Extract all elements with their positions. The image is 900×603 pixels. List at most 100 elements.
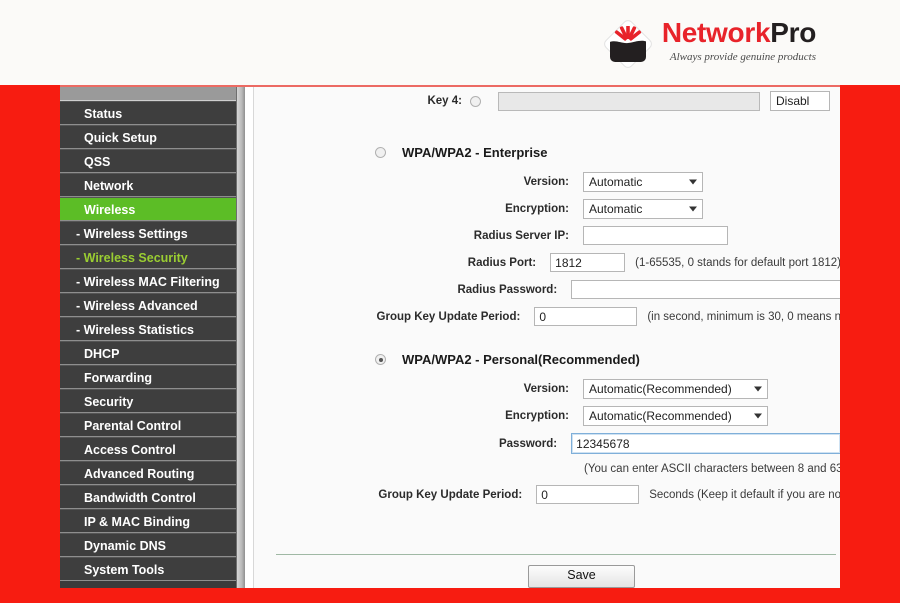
sidebar-item-wireless-settings[interactable]: - Wireless Settings	[60, 221, 245, 245]
brand-tagline: Always provide genuine products	[669, 51, 816, 63]
radius-server-ip-input[interactable]	[583, 226, 728, 245]
enterprise-radio[interactable]	[375, 147, 386, 158]
chevron-down-icon	[754, 386, 762, 392]
personal-password-row: Password:	[254, 433, 840, 454]
brand-text: NetworkPro Always provide genuine produc…	[662, 18, 816, 64]
sidebar-item-advanced-routing[interactable]: Advanced Routing	[60, 461, 245, 485]
sidebar-item-label: Bandwidth Control	[84, 491, 196, 505]
sidebar-item-label: - Wireless Advanced	[76, 299, 198, 313]
sidebar-menu-list: Status Quick Setup QSS Network Wireless - Wir…	[60, 101, 245, 581]
chevron-down-icon	[689, 206, 697, 212]
personal-encryption-select[interactable]: Automatic(Recommended)	[583, 406, 768, 426]
save-button[interactable]: Save	[528, 565, 635, 588]
chevron-down-icon	[689, 179, 697, 185]
radius-password-row: Radius Password:	[254, 280, 840, 299]
sidebar-item-status[interactable]: Status	[60, 101, 245, 125]
personal-radio[interactable]	[375, 354, 386, 365]
brand-name-part2: Pro	[770, 17, 816, 48]
radius-port-input[interactable]	[550, 253, 626, 272]
sidebar-item-label: - Wireless Settings	[76, 227, 188, 241]
sidebar-item-dynamic-dns[interactable]: Dynamic DNS	[60, 533, 245, 557]
key4-type-value: Disabl	[776, 94, 810, 108]
personal-version-label: Version:	[523, 383, 569, 395]
chevron-down-icon	[754, 413, 762, 419]
enterprise-section-header: WPA/WPA2 - Enterprise	[375, 145, 547, 160]
sidebar-item-label: Dynamic DNS	[84, 539, 166, 553]
sunrise-diamond-logo-icon	[603, 20, 652, 68]
sidebar-item-wireless-security[interactable]: - Wireless Security	[60, 245, 245, 269]
key4-type-select[interactable]: Disabl	[770, 91, 830, 111]
sidebar-item-wireless-advanced[interactable]: - Wireless Advanced	[60, 293, 245, 317]
frame-right-border	[840, 85, 900, 588]
sidebar-item-forwarding[interactable]: Forwarding	[60, 365, 245, 389]
sidebar-item-wireless-mac-filtering[interactable]: - Wireless MAC Filtering	[60, 269, 245, 293]
sidebar-item-parental-control[interactable]: Parental Control	[60, 413, 245, 437]
sidebar-item-qss[interactable]: QSS	[60, 149, 245, 173]
enterprise-version-select[interactable]: Automatic	[583, 172, 703, 192]
enterprise-title: WPA/WPA2 - Enterprise	[402, 145, 548, 160]
sidebar-item-label: Access Control	[84, 443, 176, 457]
brand-name: NetworkPro	[662, 18, 816, 48]
sidebar-item-label: Forwarding	[84, 371, 153, 385]
sidebar-item-system-tools[interactable]: System Tools	[60, 557, 245, 581]
radius-password-input[interactable]	[571, 280, 840, 299]
sidebar-item-label: Quick Setup	[84, 131, 157, 145]
sidebar-item-label: - Wireless Statistics	[76, 323, 194, 337]
sidebar-item-label: Parental Control	[84, 419, 182, 433]
page-header: NetworkPro Always provide genuine produc…	[0, 0, 900, 85]
personal-password-hint: (You can enter ASCII characters between …	[584, 463, 840, 475]
enterprise-group-key-hint: (in second, minimum is 30, 0 means n	[647, 310, 840, 323]
radius-port-row: Radius Port: (1-65535, 0 stands for defa…	[254, 253, 840, 272]
frame-left-border	[0, 85, 60, 588]
personal-title: WPA/WPA2 - Personal(Recommended)	[402, 352, 640, 367]
personal-password-input[interactable]	[571, 433, 840, 454]
sidebar-item-label: Status	[84, 107, 123, 121]
personal-encryption-label: Encryption:	[505, 410, 569, 422]
router-admin-page: Status Quick Setup QSS Network Wireless - Wir…	[60, 87, 840, 588]
enterprise-version-value: Automatic	[589, 175, 643, 189]
sidebar-item-network[interactable]: Network	[60, 173, 245, 197]
sidebar-item-access-control[interactable]: Access Control	[60, 437, 245, 461]
radius-password-label: Radius Password:	[457, 283, 558, 296]
sidebar-item-bandwidth-control[interactable]: Bandwidth Control	[60, 485, 245, 509]
sidebar-top-cap	[60, 87, 245, 101]
sidebar-scrollbar[interactable]	[236, 87, 245, 588]
sidebar-item-dhcp[interactable]: DHCP	[60, 341, 245, 365]
personal-version-value: Automatic(Recommended)	[589, 382, 732, 396]
personal-group-key-input[interactable]	[536, 485, 640, 504]
personal-version-select[interactable]: Automatic(Recommended)	[583, 379, 768, 399]
wireless-security-form: Key 4: Disabl WPA/WPA2 - Enterprise Vers…	[253, 87, 840, 588]
enterprise-version-row: Version: Automatic	[254, 172, 840, 192]
sidebar-item-security[interactable]: Security	[60, 389, 245, 413]
key4-input[interactable]	[498, 91, 760, 111]
brand-logo: NetworkPro Always provide genuine produc…	[603, 18, 816, 68]
personal-password-label: Password:	[498, 437, 558, 450]
sidebar-item-quick-setup[interactable]: Quick Setup	[60, 125, 245, 149]
personal-encryption-row: Encryption: Automatic(Recommended)	[254, 406, 840, 426]
enterprise-encryption-label: Encryption:	[505, 203, 569, 215]
form-divider	[276, 554, 836, 555]
personal-group-key-row: Group Key Update Period: Seconds (Keep i…	[254, 485, 840, 504]
sidebar-item-label: Wireless	[84, 203, 136, 217]
enterprise-version-label: Version:	[523, 176, 569, 188]
personal-encryption-value: Automatic(Recommended)	[589, 409, 732, 423]
sidebar-item-wireless[interactable]: Wireless	[60, 197, 245, 221]
enterprise-group-key-input[interactable]	[534, 307, 638, 326]
enterprise-encryption-select[interactable]: Automatic	[583, 199, 703, 219]
sidebar-item-wireless-statistics[interactable]: - Wireless Statistics	[60, 317, 245, 341]
sidebar-item-ip-mac-binding[interactable]: IP & MAC Binding	[60, 509, 245, 533]
key4-radio[interactable]	[470, 95, 481, 107]
key4-label: Key 4:	[427, 95, 462, 107]
sidebar-item-label: Security	[84, 395, 134, 409]
sidebar-navigation: Status Quick Setup QSS Network Wireless - Wir…	[60, 87, 245, 588]
sidebar-item-label: - Wireless MAC Filtering	[76, 275, 220, 289]
sidebar-item-label: System Tools	[84, 563, 165, 577]
personal-group-key-label: Group Key Update Period:	[378, 488, 523, 501]
personal-section-header: WPA/WPA2 - Personal(Recommended)	[375, 352, 640, 367]
enterprise-encryption-row: Encryption: Automatic	[254, 199, 840, 219]
brand-name-part1: Network	[661, 17, 771, 48]
enterprise-group-key-label: Group Key Update Period:	[376, 310, 521, 323]
enterprise-group-key-row: Group Key Update Period: (in second, min…	[254, 307, 840, 326]
sidebar-item-label: DHCP	[84, 347, 120, 361]
sidebar-item-label: IP & MAC Binding	[84, 515, 191, 529]
